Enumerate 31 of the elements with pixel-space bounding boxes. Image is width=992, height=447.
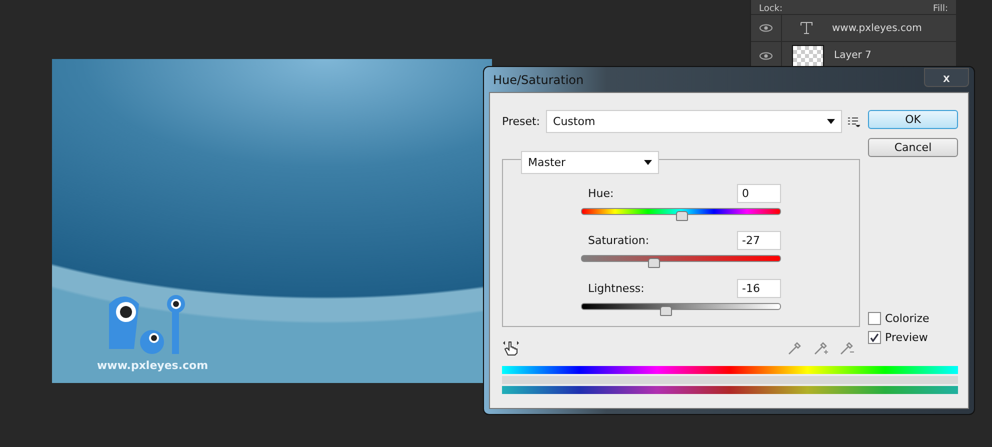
eyedropper-minus-icon[interactable] — [839, 340, 855, 356]
window-title: Hue/Saturation — [492, 72, 584, 86]
channel-dropdown[interactable]: Master — [521, 151, 659, 174]
logo-text: www.pxleyes.com — [97, 359, 208, 372]
cancel-button[interactable]: Cancel — [868, 138, 958, 157]
hand-adjust-icon[interactable] — [502, 339, 520, 357]
checkmark-icon — [870, 333, 879, 342]
slider-label: Saturation: — [588, 234, 650, 248]
value-field[interactable]: 0 — [737, 184, 781, 203]
eye-icon[interactable] — [759, 52, 773, 60]
slider-thumb[interactable] — [648, 258, 660, 268]
list-menu-icon[interactable] — [848, 116, 860, 126]
value-field[interactable]: -16 — [737, 278, 781, 298]
preset-dropdown[interactable]: Custom — [546, 110, 842, 133]
slider-label: Lightness: — [588, 282, 644, 295]
layer-name[interactable]: Layer 7 — [834, 50, 872, 62]
close-button[interactable]: x — [924, 68, 969, 87]
slider-label: Hue: — [588, 187, 614, 200]
eyedropper-plus-icon[interactable] — [813, 340, 829, 356]
fill-label: Fill: — [932, 4, 948, 14]
checkbox-option[interactable]: Preview — [868, 331, 958, 344]
checkbox-option[interactable]: Colorize — [868, 312, 958, 325]
eyedropper-icon[interactable] — [787, 340, 803, 356]
value-field[interactable]: -27 — [737, 231, 781, 250]
slider-thumb[interactable] — [676, 211, 688, 221]
ok-button[interactable]: OK — [868, 110, 958, 129]
eye-icon[interactable] — [759, 24, 773, 32]
slider-thumb[interactable] — [660, 306, 672, 316]
lock-label: Lock: — [759, 4, 783, 14]
layer-name[interactable]: www.pxleyes.com — [832, 22, 922, 34]
preset-label: Preset: — [502, 115, 540, 128]
